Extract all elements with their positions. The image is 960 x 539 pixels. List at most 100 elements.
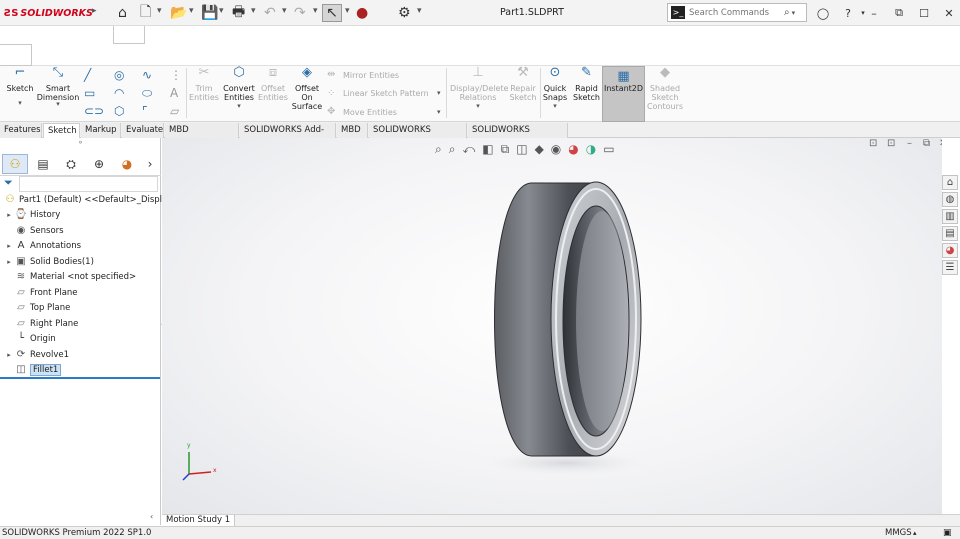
ellipse-icon[interactable]: ⬭ bbox=[142, 86, 152, 101]
menu-expand-icon[interactable]: ▸ bbox=[92, 6, 97, 16]
pattern-icon[interactable]: ⁘ bbox=[327, 88, 335, 99]
tab-features[interactable]: Features bbox=[0, 123, 42, 138]
slot-icon[interactable]: ⊂⊃ bbox=[84, 104, 104, 118]
tree-item-solid-bodies[interactable]: ▸ ▣ Solid Bodies(1) bbox=[4, 254, 94, 269]
feature-tree-icon[interactable]: ⚇ bbox=[2, 154, 28, 174]
rectangle-icon[interactable]: ▭ bbox=[84, 86, 95, 100]
part-model[interactable] bbox=[162, 138, 942, 514]
tab-mbd-dimensions[interactable]: MBD Dimensions bbox=[165, 123, 239, 149]
filter-input[interactable] bbox=[19, 176, 158, 192]
maximize-icon[interactable]: ☐ bbox=[914, 4, 934, 22]
new-dropdown-icon[interactable]: ▾ bbox=[157, 6, 162, 16]
expand-icon[interactable]: ▸ bbox=[4, 242, 14, 250]
units-dropdown-icon[interactable]: ▴ bbox=[913, 527, 917, 539]
save-dropdown-icon[interactable]: ▾ bbox=[219, 6, 224, 16]
tree-item-revolve1[interactable]: ▸ ⟳ Revolve1 bbox=[4, 347, 69, 362]
convert-entities-button[interactable]: ⬡ Convert Entities ▾ bbox=[222, 66, 256, 111]
select-arrow-icon[interactable]: ↖ bbox=[322, 4, 342, 22]
minimize-icon[interactable]: – bbox=[864, 4, 884, 22]
restore-icon[interactable]: ⧉ bbox=[889, 4, 909, 22]
scroll-right-icon[interactable]: ‹ bbox=[150, 512, 153, 521]
open-dropdown-icon[interactable]: ▾ bbox=[189, 6, 194, 16]
tree-item-fillet1[interactable]: ◫ Fillet1 bbox=[14, 362, 62, 377]
search-icon[interactable]: ⌕ bbox=[784, 7, 790, 18]
convert-dropdown-icon[interactable]: ▾ bbox=[222, 102, 256, 111]
panel-grip[interactable]: ⚬ bbox=[0, 138, 161, 152]
search-input[interactable] bbox=[689, 7, 784, 18]
tab-mbd[interactable]: MBD bbox=[337, 123, 368, 138]
circle-icon[interactable]: ◎ bbox=[114, 68, 124, 82]
more-tabs-icon[interactable]: › bbox=[140, 154, 160, 174]
tree-item-material[interactable]: ≋ Material <not specified> bbox=[14, 269, 136, 284]
print-dropdown-icon[interactable]: ▾ bbox=[251, 6, 256, 16]
tab-sketch[interactable]: Sketch bbox=[43, 123, 80, 138]
select-dropdown-icon[interactable]: ▾ bbox=[345, 6, 350, 16]
expand-icon[interactable]: ▸ bbox=[4, 351, 14, 359]
home-icon[interactable]: ⌂ bbox=[118, 4, 127, 22]
pattern-dropdown-icon[interactable]: ▾ bbox=[437, 89, 441, 97]
tree-item-front-plane[interactable]: ▱ Front Plane bbox=[14, 285, 77, 300]
tree-item-right-plane[interactable]: ▱ Right Plane bbox=[14, 316, 78, 331]
display-manager-icon[interactable]: ◕ bbox=[114, 154, 140, 174]
tree-item-sensors[interactable]: ◉ Sensors bbox=[14, 223, 64, 238]
shaded-sketch-contours-button[interactable]: ◆ Shaded Sketch Contours bbox=[646, 66, 684, 111]
graphics-area[interactable]: ⌕ ⌕ ⤺ ◧ ⧉ ◫ ◆ ◉ ◕ ◑ ▭ ⊡ ⊡ – ⧉ ✕ bbox=[162, 138, 942, 514]
open-icon[interactable]: 📂 bbox=[170, 4, 187, 22]
fillet-sketch-icon[interactable]: ⌜ bbox=[142, 104, 148, 118]
tab-markup[interactable]: Markup bbox=[81, 123, 121, 138]
offset-entities-button[interactable]: ⧈ Offset Entities bbox=[257, 66, 289, 102]
tab-solidworks-add-ins[interactable]: SOLIDWORKS Add-Ins bbox=[240, 123, 336, 149]
tab-evaluate[interactable]: Evaluate bbox=[122, 123, 164, 138]
line-icon[interactable]: ╱ bbox=[84, 68, 91, 82]
custom-properties-icon[interactable]: ☰ bbox=[942, 260, 958, 275]
polygon-icon[interactable]: ⬡ bbox=[114, 104, 124, 118]
filter-icon[interactable]: ⏷ bbox=[4, 176, 13, 190]
point-grid-icon[interactable]: ⋮ bbox=[170, 68, 182, 82]
display-delete-relations-button[interactable]: ⊥ Display/Delete Relations ▾ bbox=[450, 66, 508, 111]
user-account-icon[interactable]: ◯ bbox=[813, 4, 833, 22]
move-entities-button[interactable]: Move Entities bbox=[343, 108, 397, 117]
redo-icon[interactable]: ↷ bbox=[294, 4, 306, 22]
appearances-icon[interactable]: ◕ bbox=[942, 243, 958, 258]
status-help-icon[interactable]: ▣ bbox=[943, 527, 952, 539]
expand-icon[interactable]: ▸ bbox=[4, 211, 14, 219]
property-manager-icon[interactable]: ▤ bbox=[30, 154, 56, 174]
tab-solidworks-inspection[interactable]: SOLIDWORKS Inspection bbox=[468, 123, 568, 149]
horizontal-scrollbar[interactable]: ‹ bbox=[0, 512, 161, 524]
smart-dimension-button[interactable]: ⤡ Smart Dimension ▾ bbox=[36, 66, 80, 109]
configuration-manager-icon[interactable]: ⛭ bbox=[58, 154, 84, 174]
move-dropdown-icon[interactable]: ▾ bbox=[437, 108, 441, 116]
tab-solidworks-visualize[interactable]: SOLIDWORKS Visualize bbox=[369, 123, 467, 149]
dimxpert-icon[interactable]: ⊕ bbox=[86, 154, 112, 174]
linear-sketch-pattern-button[interactable]: Linear Sketch Pattern bbox=[343, 89, 429, 98]
rapid-sketch-button[interactable]: ✎ Rapid Sketch bbox=[572, 66, 601, 102]
solidworks-logo[interactable]: ƧS SOLIDWORKS bbox=[4, 5, 93, 21]
close-icon[interactable]: ✕ bbox=[939, 4, 959, 22]
gear-icon[interactable]: ⚙ bbox=[398, 4, 411, 22]
search-dropdown-icon[interactable]: ▾ bbox=[792, 9, 796, 17]
sketch-button[interactable]: ⌐ Sketch ▾ bbox=[4, 66, 36, 108]
undo-icon[interactable]: ↶ bbox=[264, 4, 276, 22]
rebuild-traffic-light-icon[interactable]: ● bbox=[356, 4, 368, 22]
file-explorer-icon[interactable]: ▤ bbox=[942, 226, 958, 241]
repair-sketch-button[interactable]: ⚒ Repair Sketch bbox=[508, 66, 538, 102]
tree-item-origin[interactable]: └ Origin bbox=[14, 331, 56, 346]
quick-snaps-dropdown-icon[interactable]: ▾ bbox=[541, 102, 569, 111]
sketch-dropdown-icon[interactable]: ▾ bbox=[4, 99, 36, 108]
undo-dropdown-icon[interactable]: ▾ bbox=[282, 6, 287, 16]
spline-icon[interactable]: ∿ bbox=[142, 68, 152, 82]
mirror-entities-button[interactable]: Mirror Entities bbox=[343, 71, 399, 80]
trim-entities-button[interactable]: ✂ Trim Entities bbox=[188, 66, 220, 102]
print-icon[interactable]: 🖶 bbox=[232, 4, 245, 22]
resources-icon[interactable]: ◍ bbox=[942, 192, 958, 207]
offset-on-surface-button[interactable]: ◈ Offset On Surface bbox=[291, 66, 323, 111]
new-document-icon[interactable]: 🗋 bbox=[140, 4, 151, 22]
mirror-icon[interactable]: ⇹ bbox=[327, 69, 335, 80]
quick-snaps-button[interactable]: ⊙ Quick Snaps ▾ bbox=[541, 66, 569, 111]
tree-item-history[interactable]: ▸ ⌚ History bbox=[4, 207, 60, 222]
move-icon[interactable]: ✥ bbox=[327, 106, 335, 117]
relations-dropdown-icon[interactable]: ▾ bbox=[450, 102, 506, 111]
rollback-bar[interactable] bbox=[0, 377, 160, 379]
expand-icon[interactable]: ▸ bbox=[4, 258, 14, 266]
text-icon[interactable]: A bbox=[170, 86, 178, 100]
